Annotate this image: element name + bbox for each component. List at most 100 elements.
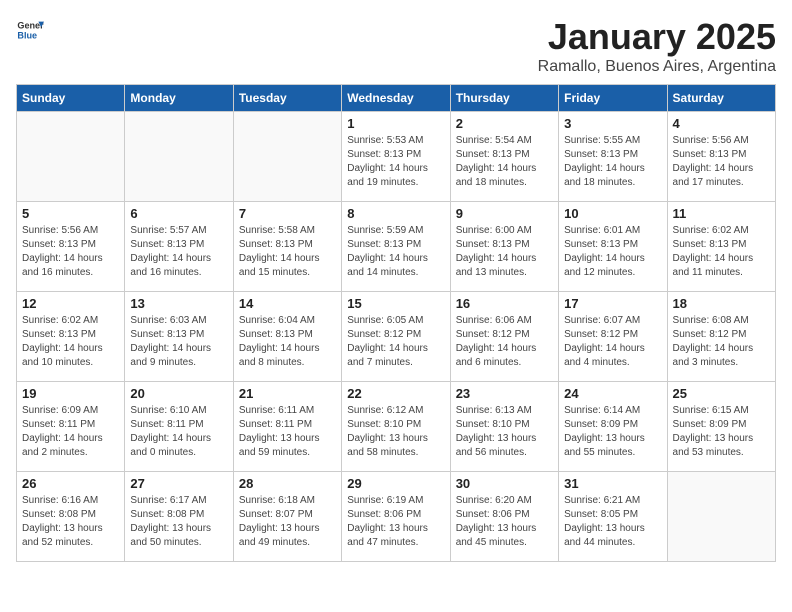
- day-number: 4: [673, 116, 770, 131]
- calendar-cell: 12 Sunrise: 6:02 AM Sunset: 8:13 PM Dayli…: [17, 292, 125, 382]
- calendar-cell: 27Sunrise: 6:17 AM Sunset: 8:08 PM Dayli…: [125, 472, 233, 562]
- calendar-cell: 18Sunrise: 6:08 AM Sunset: 8:12 PM Dayli…: [667, 292, 775, 382]
- days-header-row: Sunday Monday Tuesday Wednesday Thursday…: [17, 85, 776, 112]
- calendar-title: January 2025: [538, 16, 776, 58]
- day-number: 30: [456, 476, 553, 491]
- calendar-cell: 8 Sunrise: 5:59 AM Sunset: 8:13 PM Daylig…: [342, 202, 450, 292]
- calendar-row-3: 19Sunrise: 6:09 AM Sunset: 8:11 PM Dayli…: [17, 382, 776, 472]
- calendar-cell: 26 Sunrise: 6:16 AM Sunset: 8:08 PM Dayli…: [17, 472, 125, 562]
- header-thursday: Thursday: [450, 85, 558, 112]
- calendar-row-4: 26 Sunrise: 6:16 AM Sunset: 8:08 PM Dayli…: [17, 472, 776, 562]
- day-number: 15: [347, 296, 444, 311]
- day-info: Sunrise: 6:11 AM Sunset: 8:11 PM Dayligh…: [239, 404, 336, 460]
- calendar-cell: 23 Sunrise: 6:13 AM Sunset: 8:10 PM Dayli…: [450, 382, 558, 472]
- day-number: 28: [239, 476, 336, 491]
- calendar-cell: 14 Sunrise: 6:04 AM Sunset: 8:13 PM Dayli…: [233, 292, 341, 382]
- calendar-cell: 31 Sunrise: 6:21 AM Sunset: 8:05 PM Dayli…: [559, 472, 667, 562]
- calendar-cell: 4 Sunrise: 5:56 AM Sunset: 8:13 PM Daylig…: [667, 112, 775, 202]
- calendar-table: Sunday Monday Tuesday Wednesday Thursday…: [16, 84, 776, 562]
- calendar-cell: 25Sunrise: 6:15 AM Sunset: 8:09 PM Dayli…: [667, 382, 775, 472]
- calendar-cell: [667, 472, 775, 562]
- calendar-cell: 10 Sunrise: 6:01 AM Sunset: 8:13 PM Dayli…: [559, 202, 667, 292]
- day-number: 22: [347, 386, 444, 401]
- day-info: Sunrise: 5:55 AM Sunset: 8:13 PM Dayligh…: [564, 134, 661, 190]
- logo-icon: General Blue: [16, 16, 44, 44]
- day-number: 11: [673, 206, 770, 221]
- day-info: Sunrise: 6:04 AM Sunset: 8:13 PM Dayligh…: [239, 314, 336, 370]
- calendar-cell: 17 Sunrise: 6:07 AM Sunset: 8:12 PM Dayli…: [559, 292, 667, 382]
- day-info: Sunrise: 5:56 AM Sunset: 8:13 PM Dayligh…: [22, 224, 119, 280]
- day-number: 24: [564, 386, 661, 401]
- calendar-cell: 5 Sunrise: 5:56 AM Sunset: 8:13 PM Daylig…: [17, 202, 125, 292]
- day-number: 26: [22, 476, 119, 491]
- calendar-cell: 7Sunrise: 5:58 AM Sunset: 8:13 PM Daylig…: [233, 202, 341, 292]
- day-number: 3: [564, 116, 661, 131]
- day-info: Sunrise: 6:21 AM Sunset: 8:05 PM Dayligh…: [564, 494, 661, 550]
- calendar-cell: 3 Sunrise: 5:55 AM Sunset: 8:13 PM Daylig…: [559, 112, 667, 202]
- calendar-row-0: 1 Sunrise: 5:53 AM Sunset: 8:13 PM Daylig…: [17, 112, 776, 202]
- calendar-cell: 16Sunrise: 6:06 AM Sunset: 8:12 PM Dayli…: [450, 292, 558, 382]
- day-info: Sunrise: 6:19 AM Sunset: 8:06 PM Dayligh…: [347, 494, 444, 550]
- calendar-cell: 11Sunrise: 6:02 AM Sunset: 8:13 PM Dayli…: [667, 202, 775, 292]
- day-info: Sunrise: 5:57 AM Sunset: 8:13 PM Dayligh…: [130, 224, 227, 280]
- day-number: 13: [130, 296, 227, 311]
- day-number: 20: [130, 386, 227, 401]
- day-info: Sunrise: 6:13 AM Sunset: 8:10 PM Dayligh…: [456, 404, 553, 460]
- calendar-cell: 24 Sunrise: 6:14 AM Sunset: 8:09 PM Dayli…: [559, 382, 667, 472]
- day-number: 5: [22, 206, 119, 221]
- calendar-cell: 9 Sunrise: 6:00 AM Sunset: 8:13 PM Daylig…: [450, 202, 558, 292]
- day-number: 29: [347, 476, 444, 491]
- header-saturday: Saturday: [667, 85, 775, 112]
- calendar-cell: [233, 112, 341, 202]
- day-number: 1: [347, 116, 444, 131]
- day-info: Sunrise: 5:58 AM Sunset: 8:13 PM Dayligh…: [239, 224, 336, 280]
- calendar-cell: 28Sunrise: 6:18 AM Sunset: 8:07 PM Dayli…: [233, 472, 341, 562]
- day-number: 2: [456, 116, 553, 131]
- calendar-cell: 21 Sunrise: 6:11 AM Sunset: 8:11 PM Dayli…: [233, 382, 341, 472]
- day-info: Sunrise: 6:16 AM Sunset: 8:08 PM Dayligh…: [22, 494, 119, 550]
- day-number: 16: [456, 296, 553, 311]
- day-number: 21: [239, 386, 336, 401]
- page-header: General Blue January 2025 Ramallo, Bueno…: [16, 16, 776, 76]
- day-number: 9: [456, 206, 553, 221]
- calendar-cell: 20Sunrise: 6:10 AM Sunset: 8:11 PM Dayli…: [125, 382, 233, 472]
- header-friday: Friday: [559, 85, 667, 112]
- day-number: 23: [456, 386, 553, 401]
- day-info: Sunrise: 6:17 AM Sunset: 8:08 PM Dayligh…: [130, 494, 227, 550]
- day-number: 14: [239, 296, 336, 311]
- day-info: Sunrise: 5:59 AM Sunset: 8:13 PM Dayligh…: [347, 224, 444, 280]
- day-number: 12: [22, 296, 119, 311]
- day-number: 25: [673, 386, 770, 401]
- title-block: January 2025 Ramallo, Buenos Aires, Arge…: [538, 16, 776, 76]
- header-wednesday: Wednesday: [342, 85, 450, 112]
- day-info: Sunrise: 5:53 AM Sunset: 8:13 PM Dayligh…: [347, 134, 444, 190]
- calendar-cell: 2 Sunrise: 5:54 AM Sunset: 8:13 PM Daylig…: [450, 112, 558, 202]
- calendar-cell: 1 Sunrise: 5:53 AM Sunset: 8:13 PM Daylig…: [342, 112, 450, 202]
- calendar-cell: 22 Sunrise: 6:12 AM Sunset: 8:10 PM Dayli…: [342, 382, 450, 472]
- calendar-subtitle: Ramallo, Buenos Aires, Argentina: [538, 58, 776, 76]
- header-sunday: Sunday: [17, 85, 125, 112]
- day-info: Sunrise: 6:00 AM Sunset: 8:13 PM Dayligh…: [456, 224, 553, 280]
- day-info: Sunrise: 6:02 AM Sunset: 8:13 PM Dayligh…: [22, 314, 119, 370]
- day-number: 10: [564, 206, 661, 221]
- calendar-row-1: 5 Sunrise: 5:56 AM Sunset: 8:13 PM Daylig…: [17, 202, 776, 292]
- day-info: Sunrise: 6:01 AM Sunset: 8:13 PM Dayligh…: [564, 224, 661, 280]
- svg-text:Blue: Blue: [17, 30, 37, 40]
- day-number: 8: [347, 206, 444, 221]
- day-info: Sunrise: 6:05 AM Sunset: 8:12 PM Dayligh…: [347, 314, 444, 370]
- day-info: Sunrise: 5:56 AM Sunset: 8:13 PM Dayligh…: [673, 134, 770, 190]
- day-number: 17: [564, 296, 661, 311]
- day-info: Sunrise: 5:54 AM Sunset: 8:13 PM Dayligh…: [456, 134, 553, 190]
- day-info: Sunrise: 6:14 AM Sunset: 8:09 PM Dayligh…: [564, 404, 661, 460]
- day-info: Sunrise: 6:12 AM Sunset: 8:10 PM Dayligh…: [347, 404, 444, 460]
- day-number: 31: [564, 476, 661, 491]
- calendar-cell: 30Sunrise: 6:20 AM Sunset: 8:06 PM Dayli…: [450, 472, 558, 562]
- day-info: Sunrise: 6:07 AM Sunset: 8:12 PM Dayligh…: [564, 314, 661, 370]
- calendar-cell: 6 Sunrise: 5:57 AM Sunset: 8:13 PM Daylig…: [125, 202, 233, 292]
- calendar-cell: 15 Sunrise: 6:05 AM Sunset: 8:12 PM Dayli…: [342, 292, 450, 382]
- logo: General Blue: [16, 16, 44, 44]
- day-number: 19: [22, 386, 119, 401]
- day-number: 6: [130, 206, 227, 221]
- day-info: Sunrise: 6:08 AM Sunset: 8:12 PM Dayligh…: [673, 314, 770, 370]
- calendar-row-2: 12 Sunrise: 6:02 AM Sunset: 8:13 PM Dayli…: [17, 292, 776, 382]
